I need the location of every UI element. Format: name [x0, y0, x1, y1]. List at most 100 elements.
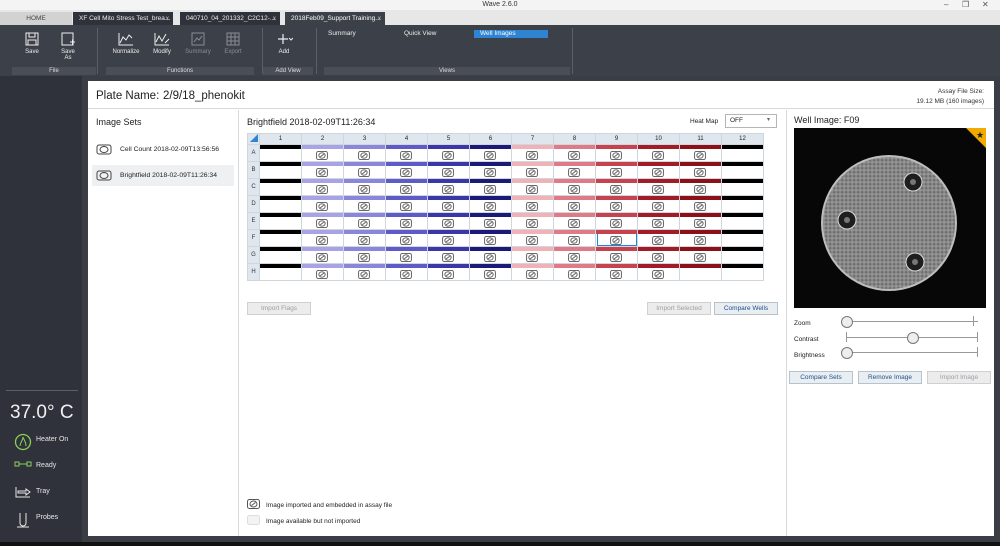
well-cell[interactable] [259, 144, 302, 162]
remove-image-button[interactable]: Remove Image [858, 371, 922, 384]
well-cell[interactable] [469, 229, 512, 247]
well-cell[interactable] [721, 195, 764, 213]
heatmap-select[interactable]: OFF ▾ [725, 114, 777, 128]
import-flags-button[interactable]: Import Flags [247, 302, 311, 315]
well-cell[interactable] [385, 161, 428, 179]
well-cell[interactable] [679, 229, 722, 247]
column-header[interactable]: 7 [511, 133, 554, 145]
well-cell[interactable] [511, 161, 554, 179]
well-cell[interactable] [511, 195, 554, 213]
well-cell[interactable] [259, 229, 302, 247]
close-window-icon[interactable]: ✕ [982, 0, 989, 9]
well-cell[interactable] [301, 263, 344, 281]
well-cell[interactable] [595, 195, 638, 213]
tab-c2c12[interactable]: 040710_04_201332_C2C12-... x [180, 12, 280, 25]
column-header[interactable]: 9 [595, 133, 638, 145]
well-cell[interactable] [511, 144, 554, 162]
restore-icon[interactable]: ❐ [962, 0, 969, 9]
well-cell[interactable] [343, 212, 386, 230]
well-cell[interactable] [637, 263, 680, 281]
well-cell[interactable] [511, 246, 554, 264]
row-header[interactable]: C [247, 178, 260, 196]
well-cell[interactable] [385, 144, 428, 162]
well-cell[interactable] [553, 212, 596, 230]
minimize-icon[interactable]: – [944, 0, 948, 9]
well-cell[interactable] [469, 212, 512, 230]
well-cell[interactable] [637, 212, 680, 230]
well-cell[interactable] [721, 229, 764, 247]
well-cell[interactable] [721, 263, 764, 281]
well-cell[interactable] [721, 212, 764, 230]
well-cell[interactable] [343, 229, 386, 247]
well-cell[interactable] [343, 263, 386, 281]
column-header[interactable]: 5 [427, 133, 470, 145]
modify-button[interactable]: Modify [148, 31, 176, 55]
row-header[interactable]: H [247, 263, 260, 281]
well-cell[interactable] [427, 263, 470, 281]
well-cell[interactable] [343, 195, 386, 213]
well-cell[interactable] [553, 195, 596, 213]
well-cell[interactable] [637, 178, 680, 196]
tab-support-training[interactable]: 2018Feb09_Support Training... x [285, 12, 385, 25]
well-cell[interactable] [427, 178, 470, 196]
add-view-button[interactable]: Add [272, 31, 296, 55]
well-cell[interactable] [637, 195, 680, 213]
well-cell[interactable] [301, 195, 344, 213]
row-header[interactable]: D [247, 195, 260, 213]
column-header[interactable]: 1 [259, 133, 302, 145]
compare-wells-button[interactable]: Compare Wells [714, 302, 778, 315]
row-header[interactable]: B [247, 161, 260, 179]
well-cell[interactable] [427, 229, 470, 247]
well-cell[interactable] [679, 195, 722, 213]
well-cell[interactable] [469, 144, 512, 162]
well-cell[interactable] [301, 229, 344, 247]
well-cell[interactable] [469, 161, 512, 179]
well-cell[interactable] [595, 263, 638, 281]
well-cell[interactable] [721, 178, 764, 196]
well-cell[interactable] [259, 161, 302, 179]
well-cell[interactable] [511, 229, 554, 247]
row-header[interactable]: G [247, 246, 260, 264]
tab-mito-stress[interactable]: XF Cell Mito Stress Test_brea... x [73, 12, 173, 25]
well-cell[interactable] [679, 178, 722, 196]
well-cell[interactable] [679, 144, 722, 162]
well-cell[interactable] [343, 246, 386, 264]
well-cell[interactable] [553, 263, 596, 281]
zoom-slider-track[interactable] [846, 316, 978, 326]
image-set-item[interactable]: Cell Count 2018-02-09T13:56:56 [92, 140, 234, 160]
well-cell[interactable] [679, 212, 722, 230]
column-header[interactable]: 11 [679, 133, 722, 145]
well-cell[interactable] [679, 161, 722, 179]
well-cell[interactable] [427, 246, 470, 264]
normalize-button[interactable]: Normalize [112, 31, 140, 55]
well-cell[interactable] [259, 212, 302, 230]
column-header[interactable]: 8 [553, 133, 596, 145]
import-selected-button[interactable]: Import Selected [647, 302, 711, 315]
tab-home[interactable]: HOME [0, 12, 72, 25]
well-cell[interactable] [637, 246, 680, 264]
well-cell[interactable] [427, 212, 470, 230]
well-cell[interactable] [301, 144, 344, 162]
well-cell[interactable] [721, 144, 764, 162]
well-cell[interactable] [679, 263, 722, 281]
well-cell[interactable] [259, 246, 302, 264]
well-cell[interactable] [595, 161, 638, 179]
well-cell[interactable] [343, 178, 386, 196]
well-cell[interactable] [595, 212, 638, 230]
well-cell[interactable] [511, 212, 554, 230]
well-cell[interactable] [427, 144, 470, 162]
well-cell[interactable] [343, 144, 386, 162]
well-cell[interactable] [637, 229, 680, 247]
well-cell[interactable] [259, 195, 302, 213]
well-cell[interactable] [385, 178, 428, 196]
well-cell[interactable] [553, 161, 596, 179]
image-set-item-selected[interactable]: Brightfield 2018-02-09T11:26:34 [92, 165, 234, 186]
well-cell[interactable] [511, 178, 554, 196]
well-cell[interactable] [385, 246, 428, 264]
well-cell[interactable] [385, 212, 428, 230]
well-cell[interactable] [595, 178, 638, 196]
zoom-slider-thumb[interactable] [841, 316, 853, 328]
save-button[interactable]: Save [20, 31, 44, 55]
view-well-images[interactable]: Well Images [474, 30, 548, 38]
well-cell[interactable] [259, 178, 302, 196]
